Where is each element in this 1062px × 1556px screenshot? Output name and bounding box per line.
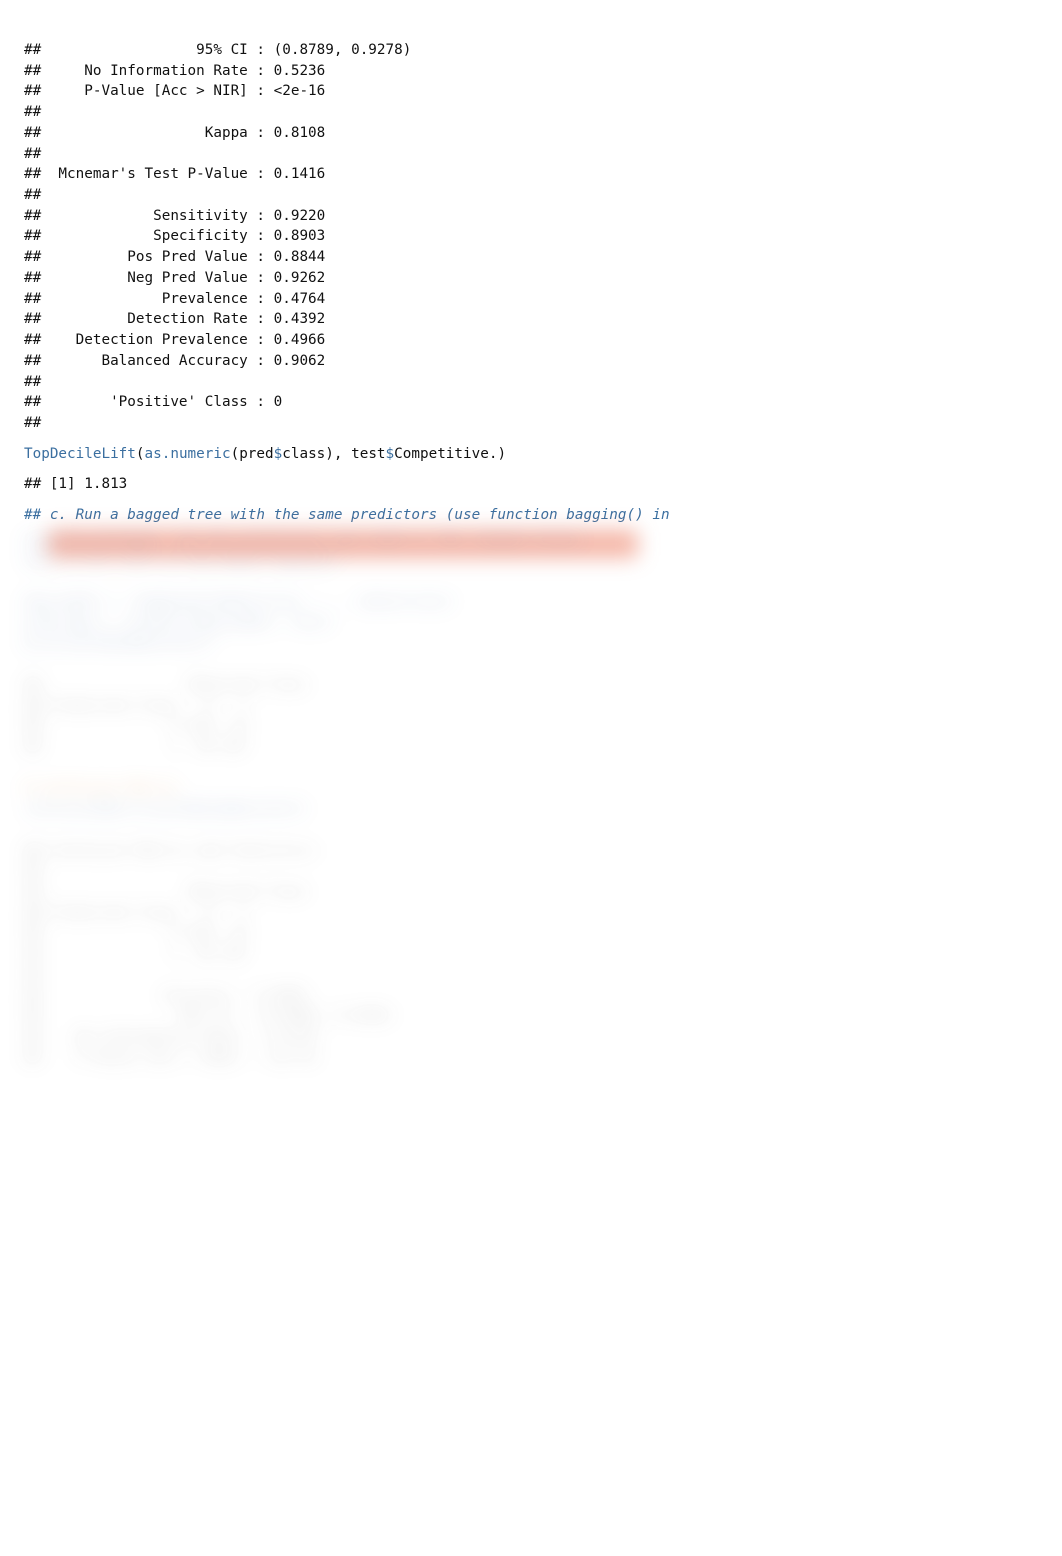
stat-ci: ## 95% CI : (0.8789, 0.9278)	[24, 42, 411, 58]
stat-mcnemar: ## Mcnemar's Test P-Value : 0.1416	[24, 166, 325, 182]
stat-detection-prev: ## Detection Prevalence : 0.4966	[24, 332, 325, 348]
blur-line-7: print(predSummarytest)	[24, 635, 213, 651]
stat-balanced-acc: ## Balanced Accuracy : 0.9062	[24, 353, 325, 369]
blur-line-14: # Confusion Matrix	[24, 780, 179, 796]
code-seg1: (pred	[231, 446, 274, 462]
paren-open: (	[136, 446, 145, 462]
stat-blank3: ##	[24, 187, 50, 203]
blur-line-22: ## 1 38 187	[24, 946, 248, 962]
fn-topdecilelift: TopDecileLift	[24, 446, 136, 462]
blur-line-25: ## 95% CI : (0.8640, 0.9190)	[24, 1008, 394, 1024]
output-topdecilelift: ## [1] 1.813	[24, 474, 1038, 495]
blur-line-11: ## 0 146 24	[24, 718, 248, 734]
code-topdecilelift: TopDecileLift(as.numeric(pred$class), te…	[24, 444, 1038, 465]
blur-line-5: bag_model <- bagging(Competitive. ~ ., d…	[24, 594, 454, 610]
stat-positive-class: ## 'Positive' Class : 0	[24, 394, 282, 410]
blur-line-2: bagging package). Do the predictors you …	[24, 532, 583, 548]
blur-line-20: ## Predicted Class 0 1	[24, 905, 248, 921]
blur-line-3: have a fit lift in the data? Explain.	[24, 553, 342, 569]
stat-specificity: ## Specificity : 0.8903	[24, 228, 325, 244]
blur-line-12: ## 1 38 187	[24, 739, 248, 755]
blur-line-9: ## Observed Class	[24, 677, 308, 693]
stat-sensitivity: ## Sensitivity : 0.9220	[24, 208, 325, 224]
blur-line-6: pred_bag <- predict(bag_model, test)	[24, 615, 334, 631]
stat-kappa: ## Kappa : 0.8108	[24, 125, 325, 141]
blur-line-19: ## Observed Class	[24, 884, 308, 900]
out1: ## [1] 1.813	[24, 476, 127, 492]
stat-nir: ## No Information Rate : 0.5236	[24, 63, 325, 79]
stat-blank1: ##	[24, 104, 50, 120]
blurred-preview: bagging package). Do the predictors you …	[24, 530, 1038, 1170]
blur-line-18: ##	[24, 863, 41, 879]
comment-part-c: ## c. Run a bagged tree with the same pr…	[24, 505, 1038, 526]
stat-pvalue: ## P-Value [Acc > NIR] : <2e-16	[24, 83, 325, 99]
code-seg3: Competitive.)	[394, 446, 506, 462]
blur-line-26: ## No Information Rate : 0.5270	[24, 1029, 317, 1045]
blur-line-21: ## 0 146 24	[24, 925, 248, 941]
dollar2: $	[386, 446, 395, 462]
comment-text: ## c. Run a bagged tree with the same pr…	[24, 507, 670, 523]
stat-blank4: ##	[24, 374, 50, 390]
blur-line-17: ## Confusion Matrix and Statistics	[24, 843, 317, 859]
blur-line-15: confusionMatrix(pred$summarytest)	[24, 801, 308, 817]
stat-blank5: ##	[24, 415, 50, 431]
code-seg2: class), test	[282, 446, 385, 462]
dollar1: $	[274, 446, 283, 462]
stat-detection-rate: ## Detection Rate : 0.4392	[24, 311, 325, 327]
stat-pos-pred: ## Pos Pred Value : 0.8844	[24, 249, 325, 265]
blur-line-24: ## Accuracy : 0.8901	[24, 988, 308, 1004]
stat-blank2: ##	[24, 146, 50, 162]
stat-neg-pred: ## Neg Pred Value : 0.9262	[24, 270, 325, 286]
console-output: ## 95% CI : (0.8789, 0.9278) ## No Infor…	[24, 40, 1038, 434]
fn-asnumeric: as.numeric	[145, 446, 231, 462]
blur-line-23: ##	[24, 967, 41, 983]
blur-line-27: ## P-Value [Acc > NIR] : <2e-16	[24, 1050, 317, 1066]
blur-line-10: ## Predicted Class 0 1	[24, 698, 248, 714]
stat-prevalence: ## Prevalence : 0.4764	[24, 291, 325, 307]
